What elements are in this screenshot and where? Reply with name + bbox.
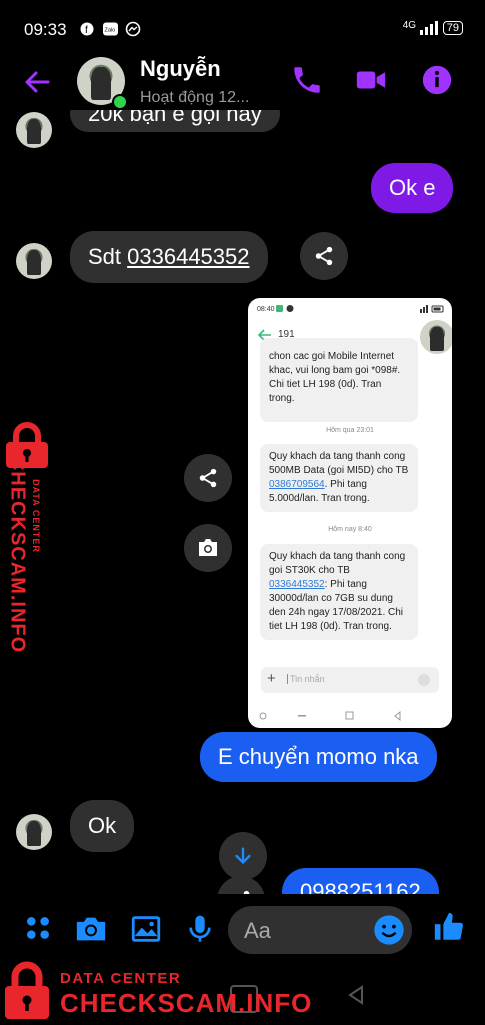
network-label: 4G (402, 20, 417, 31)
signal-battery-icon (420, 305, 444, 313)
back-nav-button[interactable] (345, 984, 367, 1011)
notification-icons (276, 305, 294, 312)
microphone-icon (189, 915, 211, 942)
info-button[interactable] (420, 63, 454, 97)
contact-name[interactable]: Nguyễn (140, 56, 221, 82)
grid-dots-icon (27, 917, 49, 939)
call-button[interactable] (290, 63, 324, 97)
shot-sms-2: Quy khach da tang thanh cong 500MB Data … (260, 444, 418, 512)
voice-button[interactable] (184, 912, 218, 946)
shot-sms-2-link: 0386709564 (269, 479, 325, 490)
shot-input-bar: + Tin nhắn (261, 667, 439, 693)
message-incoming[interactable]: Ok (70, 800, 135, 852)
sender-avatar[interactable] (16, 112, 52, 148)
like-button[interactable] (432, 910, 466, 944)
smiley-icon (374, 915, 404, 945)
svg-text:Zalo: Zalo (105, 28, 116, 34)
share-button[interactable] (300, 232, 348, 280)
back-arrow-icon (25, 71, 50, 93)
message-outgoing[interactable]: 0988251162 (282, 868, 439, 894)
shot-sms-3-link: 0336445352 (269, 579, 325, 590)
watermark-side-title: CHECKSCAM.INFO (6, 455, 29, 654)
phone-icon (294, 67, 320, 93)
camera-icon (76, 917, 106, 941)
signal-icon (420, 20, 439, 35)
shot-sms-1: chon cac goi Mobile Internet khac, vui l… (260, 338, 418, 422)
back-triangle-icon (348, 985, 363, 1005)
shot-date-1: Hôm qua 23:01 (326, 427, 374, 434)
shot-plus-icon: + (267, 670, 276, 687)
shot-notification-icons (276, 305, 296, 315)
emoji-button[interactable] (373, 914, 405, 946)
camera-button[interactable] (74, 912, 108, 946)
status-right: 4G 79 (403, 20, 463, 35)
image-attachment[interactable]: 08:40 191 chon cac goi Mobile Internet k… (248, 298, 452, 728)
shot-sender-avatar (420, 320, 452, 354)
watermark-bottom-sub: DATA CENTER (60, 970, 182, 987)
scroll-to-bottom-button[interactable] (219, 832, 267, 880)
share-icon (315, 246, 333, 266)
message-outgoing[interactable]: Ok e (371, 163, 454, 213)
shot-send-icon (418, 674, 430, 686)
shot-navbar (248, 706, 452, 726)
shot-time: 08:40 (257, 306, 275, 313)
watermark-lock-icon (4, 960, 50, 1020)
shot-status-right (420, 305, 444, 315)
message-input-placeholder: Aa (244, 918, 271, 943)
shot-sms-3: Quy khach da tang thanh cong goi ST30K c… (260, 544, 418, 640)
share-button[interactable] (217, 876, 265, 894)
sender-avatar[interactable] (16, 814, 52, 850)
shot-sms-2-text-a: Quy khach da tang thanh cong 500MB Data … (269, 451, 409, 476)
sdt-label: Sdt (88, 244, 128, 269)
gallery-button[interactable] (129, 912, 163, 946)
notification-icons: f Zalo (80, 21, 160, 40)
arrow-down-icon (235, 847, 251, 865)
battery-icon: 79 (442, 21, 463, 35)
message-incoming-phone[interactable]: Sdt 0336445352 (70, 231, 268, 283)
share-image-button[interactable] (184, 454, 232, 502)
share-icon (199, 468, 217, 488)
video-camera-icon (356, 71, 386, 89)
shot-input-placeholder: Tin nhắn (287, 674, 325, 684)
image-icon (131, 916, 161, 942)
back-button[interactable] (22, 66, 54, 98)
svg-text:f: f (85, 25, 88, 36)
phone-number-link[interactable]: 0336445352 (127, 244, 249, 269)
info-icon (422, 65, 452, 95)
video-call-button[interactable] (354, 63, 388, 97)
shot-date-2: Hôm nay 8:40 (328, 526, 372, 533)
status-bar: 09:33 f Zalo 4G 79 (0, 0, 485, 58)
camera-icon (199, 539, 217, 556)
message-incoming[interactable]: 20k bạn e gọi này (70, 110, 280, 132)
sender-avatar[interactable] (16, 243, 52, 279)
app-notification-icons: f Zalo (80, 21, 141, 37)
shot-nav-icons (259, 710, 401, 722)
thumbs-up-icon (434, 912, 463, 940)
shot-sms-3-text-a: Quy khach da tang thanh cong goi ST30K c… (269, 551, 406, 576)
message-outgoing[interactable]: E chuyển momo nka (200, 732, 437, 782)
more-actions-button[interactable] (22, 912, 56, 946)
watermark-side-sub: DATA CENTER (31, 479, 41, 553)
online-indicator (112, 94, 128, 110)
contact-presence: Hoạt động 12... (140, 89, 250, 106)
status-time: 09:33 (24, 20, 67, 39)
watermark-bottom-title: CHECKSCAM.INFO (60, 988, 313, 1018)
camera-reply-button[interactable] (184, 524, 232, 572)
